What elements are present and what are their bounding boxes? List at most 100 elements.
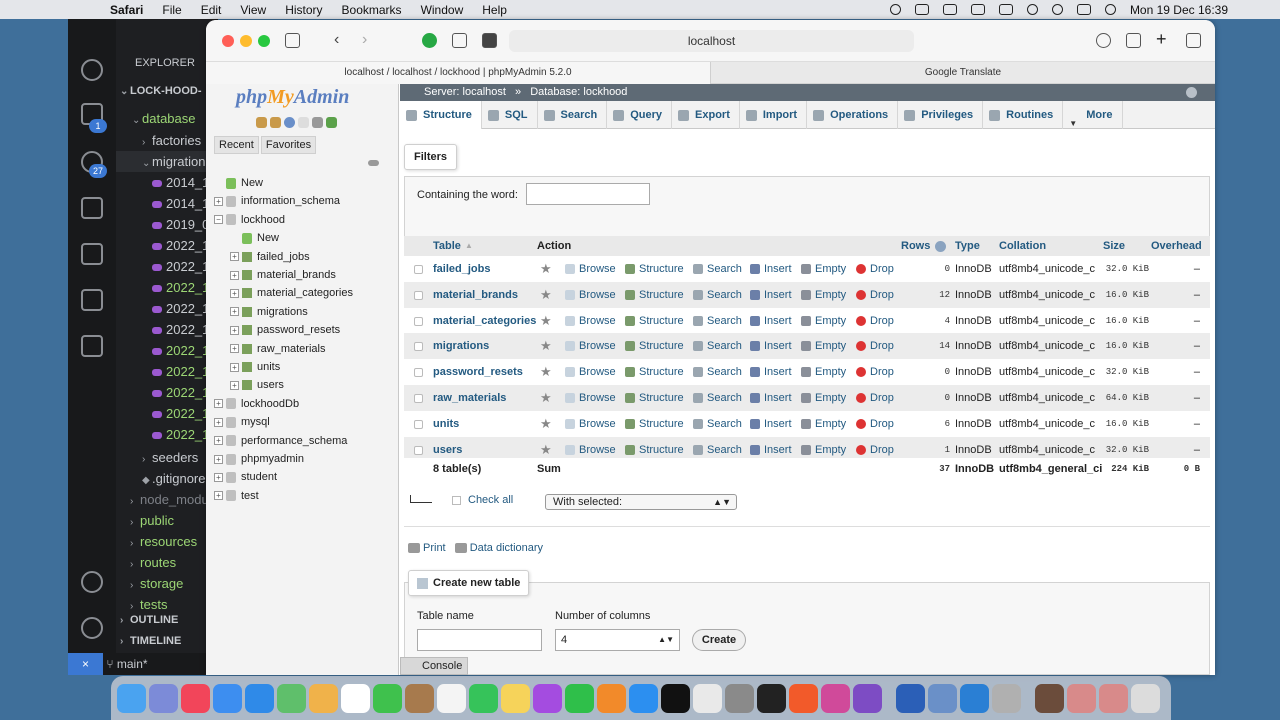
nav-table-item[interactable]: + units <box>230 358 280 376</box>
action-insert[interactable]: Insert <box>750 411 792 437</box>
num-columns-stepper[interactable]: 4 ▲▼ <box>555 629 680 651</box>
home-icon[interactable] <box>256 117 267 128</box>
col-size[interactable]: Size <box>1103 236 1125 256</box>
row-checkbox[interactable] <box>414 316 423 326</box>
privacy-shield-icon[interactable] <box>452 33 467 48</box>
tab-import[interactable]: Import <box>740 101 808 129</box>
explorer-row[interactable]: 2019_08 <box>116 214 218 235</box>
action-insert[interactable]: Insert <box>750 385 792 411</box>
menubar-clock[interactable]: Mon 19 Dec 16:39 <box>1130 3 1228 17</box>
photos-icon[interactable] <box>309 683 338 713</box>
nav-tab-recent[interactable]: Recent <box>214 136 259 154</box>
explorer-row[interactable]: › storage <box>116 573 218 594</box>
tab-more[interactable]: ▼ More <box>1063 101 1123 129</box>
control-center-icon[interactable] <box>1076 4 1091 15</box>
settings-gear-icon[interactable] <box>81 617 103 639</box>
console-toggle[interactable]: Console <box>400 657 468 675</box>
nav-table-item[interactable]: + material_categories <box>230 284 353 302</box>
safari-icon[interactable] <box>245 683 274 713</box>
tab-overview-icon[interactable] <box>1186 33 1201 48</box>
recent-item-icon[interactable] <box>1035 683 1064 713</box>
numbers-icon[interactable] <box>565 683 594 713</box>
breadcrumb-server[interactable]: Server: localhost <box>424 86 506 98</box>
explorer-row[interactable]: › public <box>116 510 218 531</box>
action-drop[interactable]: Drop <box>856 282 894 308</box>
share-icon[interactable] <box>1126 33 1141 48</box>
expand-icon[interactable]: + <box>214 472 223 482</box>
explorer-row[interactable]: › seeders <box>116 447 218 468</box>
nav-table-item[interactable]: + users <box>230 376 284 394</box>
preview-icon[interactable] <box>928 683 957 713</box>
action-empty[interactable]: Empty <box>801 256 846 282</box>
row-checkbox[interactable] <box>414 265 423 274</box>
menu-app-safari[interactable]: Safari <box>110 3 143 17</box>
wifi-icon[interactable] <box>1026 4 1038 15</box>
system-settings-icon[interactable] <box>725 683 754 713</box>
expand-icon[interactable]: + <box>230 344 239 354</box>
explorer-row[interactable]: 2022_12 <box>116 340 218 361</box>
remote-explorer-icon[interactable] <box>81 289 103 311</box>
settings-gear-icon[interactable] <box>312 117 323 128</box>
mail-icon[interactable] <box>213 683 242 713</box>
tab-query[interactable]: Query <box>607 101 673 129</box>
help-icon[interactable] <box>1099 683 1128 713</box>
filter-word-input[interactable] <box>526 183 650 205</box>
action-structure[interactable]: Structure <box>625 282 684 308</box>
breadcrumb-database[interactable]: Database: lockhood <box>530 86 627 98</box>
expand-icon[interactable]: + <box>230 362 239 372</box>
explorer-row[interactable]: 2014_10 <box>116 193 218 214</box>
favorite-star-icon[interactable]: ★ <box>540 308 552 334</box>
address-bar[interactable]: localhost <box>509 30 914 52</box>
action-drop[interactable]: Drop <box>856 411 894 437</box>
col-collation[interactable]: Collation <box>999 236 1046 256</box>
tab-routines[interactable]: Routines <box>983 101 1064 129</box>
check-all-checkbox[interactable] <box>452 495 461 505</box>
facetime-icon[interactable] <box>469 683 498 713</box>
maps-icon[interactable] <box>277 683 306 713</box>
explorer-row[interactable]: 2022_12 <box>116 298 218 319</box>
row-checkbox[interactable] <box>414 419 423 429</box>
expand-icon[interactable]: + <box>230 288 239 298</box>
expand-icon[interactable]: + <box>230 325 239 335</box>
extension-icon[interactable] <box>482 33 497 48</box>
explorer-row[interactable]: › OUTLINE <box>116 610 218 631</box>
row-checkbox[interactable] <box>414 342 423 352</box>
forward-icon[interactable]: › <box>362 32 377 48</box>
action-empty[interactable]: Empty <box>801 385 846 411</box>
explorer-row[interactable]: ◆ .gitignore <box>116 468 218 489</box>
table-name-link[interactable]: raw_materials <box>433 385 506 411</box>
action-drop[interactable]: Drop <box>856 359 894 385</box>
terminal-icon[interactable] <box>757 683 786 713</box>
nav-database-item[interactable]: + phpmyadmin <box>214 450 304 468</box>
action-search[interactable]: Search <box>693 359 742 385</box>
help-icon[interactable] <box>1067 683 1096 713</box>
action-structure[interactable]: Structure <box>625 385 684 411</box>
action-browse[interactable]: Browse <box>565 308 616 334</box>
table-name-link[interactable]: material_brands <box>433 282 518 308</box>
action-empty[interactable]: Empty <box>801 333 846 359</box>
help-icon[interactable] <box>284 117 295 128</box>
menu-view[interactable]: View <box>240 3 266 17</box>
action-structure[interactable]: Structure <box>625 411 684 437</box>
spotlight-search-icon[interactable] <box>1051 4 1063 15</box>
action-structure[interactable]: Structure <box>625 308 684 334</box>
logout-icon[interactable] <box>270 117 281 128</box>
apple-tv-icon[interactable] <box>661 683 690 713</box>
expand-icon[interactable]: + <box>230 380 239 390</box>
tab-phpmyadmin[interactable]: localhost / localhost / lockhood | phpMy… <box>206 62 710 84</box>
tab-privileges[interactable]: Privileges <box>898 101 984 129</box>
action-drop[interactable]: Drop <box>856 333 894 359</box>
action-empty[interactable]: Empty <box>801 359 846 385</box>
action-insert[interactable]: Insert <box>750 308 792 334</box>
expand-icon[interactable]: + <box>214 436 223 446</box>
podcasts-icon[interactable] <box>533 683 562 713</box>
explorer-row[interactable]: 2022_12 <box>116 382 218 403</box>
nav-new-item[interactable]: New <box>214 174 263 192</box>
notes-icon[interactable] <box>501 683 530 713</box>
favorite-star-icon[interactable]: ★ <box>540 256 552 282</box>
action-insert[interactable]: Insert <box>750 359 792 385</box>
action-empty[interactable]: Empty <box>801 308 846 334</box>
settings-gear-icon[interactable] <box>1186 87 1197 98</box>
action-insert[interactable]: Insert <box>750 256 792 282</box>
sidebar-toggle-icon[interactable] <box>285 33 300 48</box>
